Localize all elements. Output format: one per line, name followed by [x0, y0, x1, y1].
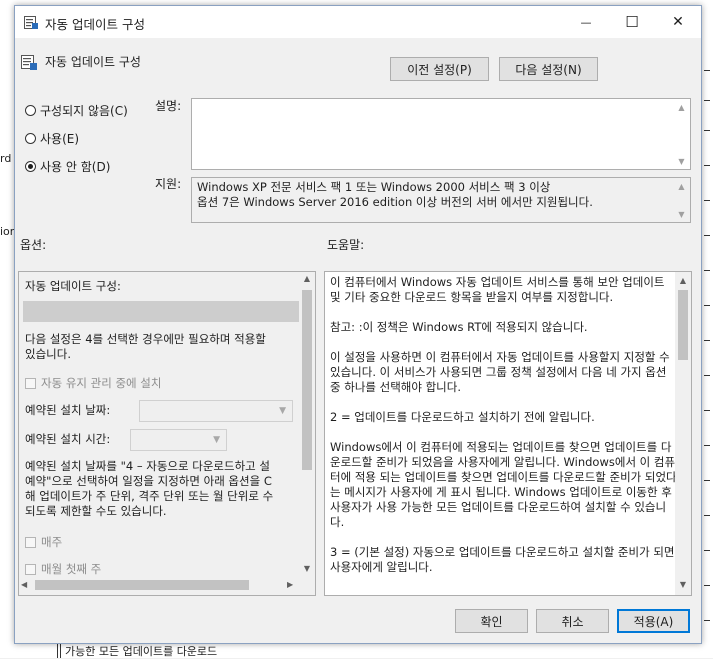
- radio-not-configured-label: 구성되지 않음(C): [40, 104, 128, 118]
- options-vertical-scrollbar[interactable]: ▲ ▼: [299, 272, 315, 577]
- schedule-para-line-2: 예약"으로 선택하여 일정을 지정하면 아래 옵션을 C: [25, 474, 272, 488]
- support-label: 지원:: [155, 177, 182, 191]
- maintenance-checkbox[interactable]: 자동 유지 관리 중에 설치: [25, 375, 161, 391]
- help-paragraph: 참고: :이 정책은 Windows RT에 적용되지 않습니다.: [330, 320, 588, 334]
- background-fragment-1: rd: [0, 152, 12, 165]
- help-text: 이 컴퓨터에서 Windows 자동 업데이트 서비스를 통해 보안 업데이트 …: [330, 275, 678, 590]
- help-scroll-thumb[interactable]: [678, 290, 688, 360]
- options-horizontal-scrollbar[interactable]: ◀ ▶: [19, 577, 299, 593]
- background-right-lines: [702, 70, 710, 630]
- scroll-down-icon[interactable]: ▼: [299, 564, 315, 573]
- previous-setting-button[interactable]: 이전 설정(P): [390, 57, 489, 81]
- description-scrollbar[interactable]: ▲ ▼: [673, 99, 690, 169]
- schedule-para-line-3: 해 업데이트가 주 단위, 격주 단위 또는 월 단위로 수: [25, 489, 274, 503]
- radio-disabled-circle[interactable]: [25, 161, 36, 172]
- weekly-checkbox-box[interactable]: [25, 536, 36, 548]
- weekly-label: 매주: [41, 535, 63, 549]
- radio-enabled-circle[interactable]: [25, 133, 36, 144]
- note-line-1: 다음 설정은 4를 선택한 경우에만 필요하며 적용할: [25, 332, 266, 346]
- maintenance-checkbox-box[interactable]: [25, 377, 36, 389]
- configure-dropdown[interactable]: [23, 301, 299, 322]
- first-week-checkbox[interactable]: 매월 첫째 주: [25, 561, 101, 577]
- options-vscroll-thumb[interactable]: [302, 290, 312, 470]
- policy-icon: [21, 55, 37, 70]
- support-scrollbar[interactable]: ▲ ▼: [673, 178, 690, 222]
- scheduled-time-label: 예약된 설치 시간:: [25, 432, 111, 446]
- scroll-up-icon[interactable]: ▲: [675, 276, 691, 285]
- help-paragraph: 이 컴퓨터에서 Windows 자동 업데이트 서비스를 통해 보안 업데이트 …: [330, 275, 665, 304]
- chevron-down-icon: ▼: [213, 435, 220, 445]
- scheduled-day-select[interactable]: ▼: [139, 400, 293, 422]
- cancel-button[interactable]: 취소: [536, 609, 609, 633]
- options-section-label: 옵션:: [20, 238, 47, 252]
- scheduled-day-label: 예약된 설치 날짜:: [25, 403, 111, 417]
- first-week-label: 매월 첫째 주: [41, 562, 102, 576]
- help-paragraph: 2 = 업데이트를 다운로드하고 설치하기 전에 알립니다.: [330, 410, 595, 424]
- policy-app-icon: [24, 16, 38, 29]
- help-paragraph: 3 = (기본 설정) 자동으로 업데이트를 다운로드하고 설치할 준비가 되면…: [330, 545, 675, 574]
- scroll-down-icon[interactable]: ▼: [675, 580, 691, 589]
- chevron-down-icon: ▼: [279, 406, 286, 416]
- support-line-1: Windows XP 전문 서비스 팩 1 또는 Windows 2000 서비…: [197, 180, 551, 194]
- minimize-button[interactable]: —: [563, 6, 609, 38]
- help-panel: 이 컴퓨터에서 Windows 자동 업데이트 서비스를 통해 보안 업데이트 …: [324, 271, 692, 596]
- scroll-down-icon[interactable]: ▼: [673, 206, 690, 222]
- note-line-2: 있습니다.: [25, 347, 71, 361]
- weekly-checkbox[interactable]: 매주: [25, 534, 62, 550]
- scroll-down-icon[interactable]: ▼: [673, 153, 690, 169]
- close-icon: ✕: [672, 14, 684, 30]
- configure-label: 자동 업데이트 구성:: [25, 279, 121, 293]
- scroll-up-icon[interactable]: ▲: [673, 178, 690, 194]
- help-section-label: 도움말:: [327, 238, 365, 252]
- help-scrollbar[interactable]: ▲ ▼: [675, 272, 691, 595]
- schedule-para-line-4: 되도록 제한할 수도 있습니다.: [25, 504, 167, 518]
- apply-button[interactable]: 적용(A): [617, 609, 690, 633]
- options-hscroll-thumb[interactable]: [35, 580, 249, 590]
- scroll-up-icon[interactable]: ▲: [299, 274, 315, 283]
- background-bottom-row: 가능한 모든 업데이트를 다운로드: [40, 643, 260, 658]
- help-paragraph: 이 설정을 사용하면 이 컴퓨터에서 자동 업데이트를 사용할지 지정할 수 있…: [330, 350, 670, 394]
- help-paragraph: Windows에서 이 컴퓨터에 적용되는 업데이트를 찾으면 업데이트를 다운…: [330, 440, 677, 529]
- support-line-2: 옵션 7은 Windows Server 2016 edition 이상 버전의…: [197, 195, 593, 209]
- background-bottom-text: 가능한 모든 업데이트를 다운로드: [65, 645, 218, 658]
- close-button[interactable]: ✕: [655, 6, 701, 38]
- first-week-checkbox-box[interactable]: [25, 563, 36, 575]
- radio-disabled-label: 사용 안 함(D): [40, 160, 111, 174]
- radio-not-configured[interactable]: 구성되지 않음(C): [25, 102, 128, 119]
- minimize-icon: —: [580, 15, 592, 29]
- policy-setting-dialog: 자동 업데이트 구성 — ☐ ✕ 자동 업데이트 구성 이전 설정(P) 다음 …: [14, 5, 702, 644]
- scroll-right-icon[interactable]: ▶: [287, 580, 293, 589]
- ok-button[interactable]: 확인: [455, 609, 528, 633]
- maintenance-label: 자동 유지 관리 중에 설치: [41, 376, 162, 390]
- scheduled-time-select[interactable]: ▼: [130, 429, 227, 451]
- scroll-left-icon[interactable]: ◀: [21, 580, 27, 589]
- radio-enabled-label: 사용(E): [40, 132, 80, 146]
- window-title: 자동 업데이트 구성: [45, 17, 145, 32]
- description-box[interactable]: ▲ ▼: [191, 98, 691, 170]
- maximize-icon: ☐: [625, 13, 639, 31]
- scroll-up-icon[interactable]: ▲: [673, 99, 690, 115]
- policy-name: 자동 업데이트 구성: [45, 55, 141, 69]
- radio-not-configured-circle[interactable]: [25, 105, 36, 116]
- next-setting-button[interactable]: 다음 설정(N): [499, 57, 598, 81]
- radio-disabled[interactable]: 사용 안 함(D): [25, 158, 110, 175]
- options-panel: 자동 업데이트 구성: 다음 설정은 4를 선택한 경우에만 필요하며 적용할 …: [18, 271, 316, 596]
- description-label: 설명:: [155, 99, 182, 113]
- maximize-button[interactable]: ☐: [609, 6, 655, 38]
- support-box: Windows XP 전문 서비스 팩 1 또는 Windows 2000 서비…: [191, 177, 691, 223]
- title-bar[interactable]: 자동 업데이트 구성 — ☐ ✕: [15, 6, 701, 38]
- schedule-para-line-1: 예약된 설치 날짜를 "4 – 자동으로 다운로드하고 설: [25, 459, 270, 473]
- radio-enabled[interactable]: 사용(E): [25, 130, 79, 147]
